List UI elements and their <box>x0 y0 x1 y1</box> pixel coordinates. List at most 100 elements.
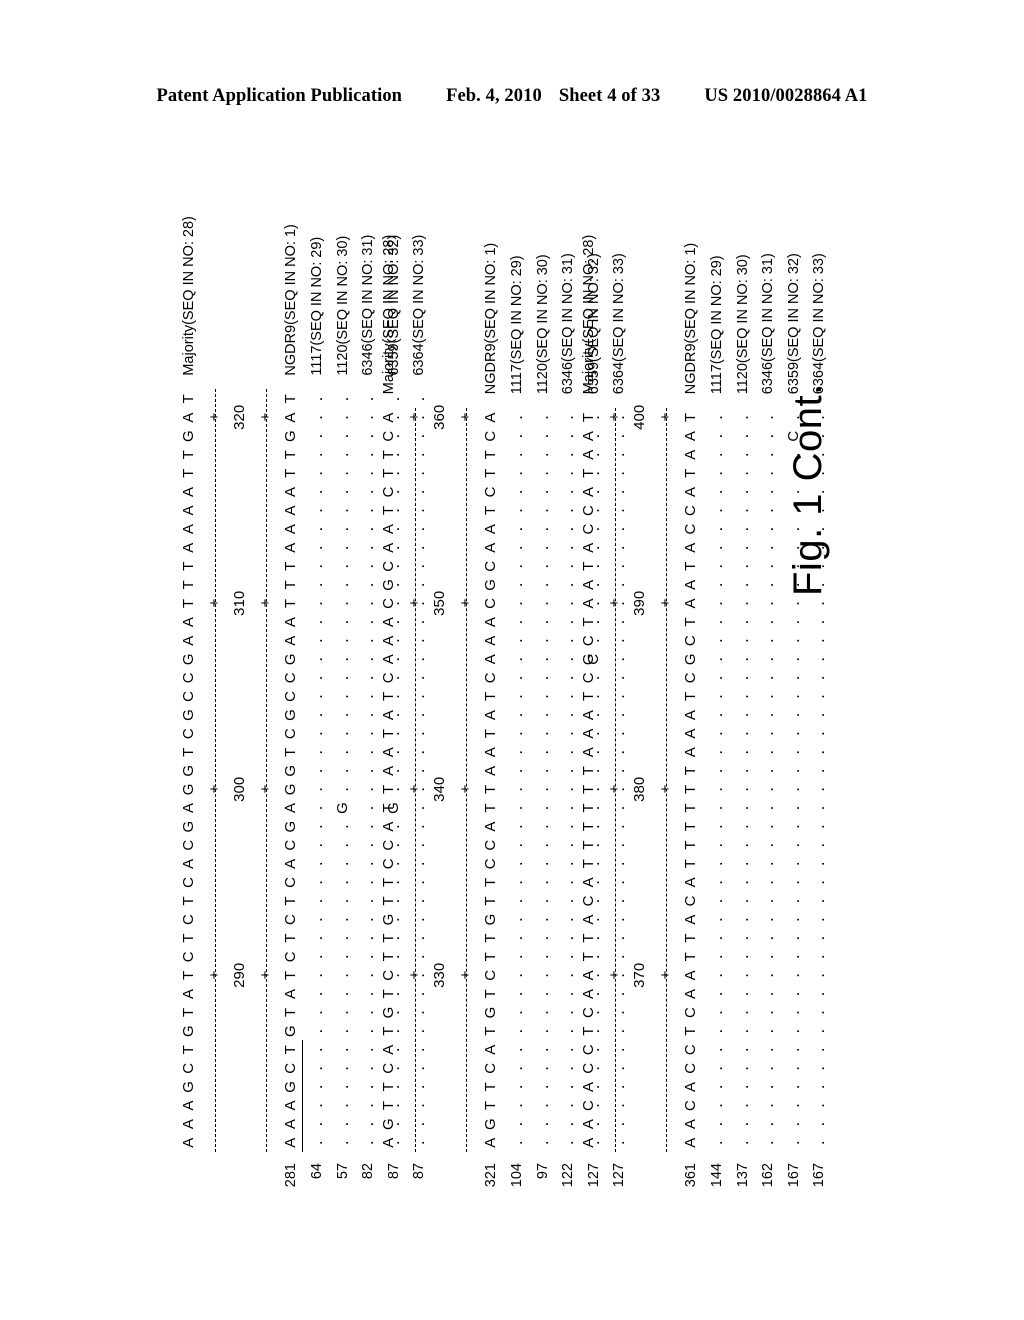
sequence-label: 1120(SEQ IN NO: 30) <box>334 235 351 376</box>
sequence-text: AGTTCATGTCTTGTTCCATTAATATCAAACGCAATCTTCA <box>380 412 397 1148</box>
ruler-tick-marker: + <box>256 412 274 422</box>
sequence-text: ........................................… <box>306 396 326 1146</box>
sheet-number: Sheet 4 of 33 <box>558 86 661 106</box>
row-start-number: 321 <box>483 1163 500 1188</box>
publication-title: Patent Application Publication <box>156 86 403 106</box>
ruler-tick-marker: + <box>256 970 274 980</box>
row-start-number: 97 <box>534 1163 551 1180</box>
row-start-number: 144 <box>708 1163 725 1188</box>
ruler-tick-marker: + <box>605 598 623 608</box>
sequence-text: ........................................ <box>706 415 726 1146</box>
sequence-label: Majority(SEQ IN NO: 28) <box>581 234 597 395</box>
ruler-dashed-line <box>214 389 216 1152</box>
sequence-label: Majority(SEQ IN NO: 28) <box>381 234 397 395</box>
alignment-row: 162.....................................… <box>757 186 783 1196</box>
ruler-position-label: 350 <box>431 590 449 616</box>
row-start-number: 167 <box>785 1163 802 1188</box>
sequence-label: 1117(SEQ IN NO: 29) <box>308 236 325 376</box>
row-start-number: 57 <box>334 1163 351 1180</box>
alignment-row: 281 A A A G C T G T A T C T C T C A C G A G G T C G C C G A A T T T A A A A T… <box>280 186 306 1196</box>
sequence-text: ........................................ <box>558 415 578 1146</box>
row-start-number: 64 <box>308 1163 325 1180</box>
sequence-text: ......................................C. <box>783 415 803 1146</box>
ruler-line: + + + + <box>655 186 681 1196</box>
sequence-label: 1117(SEQ IN NO: 29) <box>508 255 525 395</box>
ruler-tick-marker: + <box>605 412 623 422</box>
sequence-text: AACACCTCAATTACATTTTTTAAATCGCTAATACCATAAT <box>580 412 597 1148</box>
ruler-position-label: 300 <box>231 776 249 802</box>
sequence-label: 6359(SEQ IN NO: 32) <box>785 253 802 395</box>
sequence-text: ........................................… <box>358 396 378 1146</box>
ruler-number-track: 370 380 390 400 <box>629 404 651 1152</box>
ruler-tick-marker: + <box>205 412 223 422</box>
ruler-dashed-line <box>614 408 616 1152</box>
alignment-row: 97......................................… <box>532 186 558 1196</box>
ruler-dashed-line <box>465 408 467 1152</box>
ruler-position-label: 290 <box>231 962 249 988</box>
ruler-tick-marker: + <box>456 598 474 608</box>
majority-row: AGTTCATGTCTTGTTCCATTAATATCAAACGCAATCTTCA… <box>378 186 404 1196</box>
sequence-text: ........................................ <box>506 415 526 1146</box>
ruler-line: + + + + <box>204 186 230 1196</box>
patent-number: US 2010/0028864 A1 <box>704 86 868 106</box>
row-start-number: 162 <box>760 1163 777 1188</box>
ruler-track: + + + + <box>604 408 626 1152</box>
ruler-position-label: 310 <box>231 590 249 616</box>
sequence-text: AAAGCTGTATCTCTCACGAGGTCGCCGAATTTAAAATTGA… <box>180 394 197 1148</box>
ruler-tick-marker: + <box>456 784 474 794</box>
alignment-row: 361 A A C A C C T C A A T T A C A T T T T T T A A A T C G C T A A T A C C A T… <box>680 186 706 1196</box>
ruler-position-label: 390 <box>631 590 649 616</box>
ruler-tick-marker: + <box>405 970 423 980</box>
alignment-row: 64......................................… <box>306 186 332 1196</box>
ruler-line: + + + + <box>255 186 281 1196</box>
sequence-label: NGDR9(SEQ IN NO: 1) <box>283 224 300 376</box>
alignment-row: 144.....................................… <box>706 186 732 1196</box>
ruler-tick-marker: + <box>456 970 474 980</box>
sequence-text: AACACCTCAATTACATTTTTTAAATCGCTAATACCATAAT <box>682 412 700 1148</box>
ruler-tick-marker: + <box>656 970 674 980</box>
ruler-line: + + + + <box>604 186 630 1196</box>
sequence-text: ........................................ <box>532 415 552 1146</box>
majority-row: AAAGCTGTATCTCTCACGAGGTCGCCGAATTTAAAATTGA… <box>178 186 204 1196</box>
row-start-number: 281 <box>283 1163 300 1188</box>
row-start-number: 361 <box>683 1163 700 1188</box>
alignment-row: 137.....................................… <box>732 186 758 1196</box>
ruler-dashed-line <box>265 389 267 1152</box>
sequence-label: 6364(SEQ IN NO: 33) <box>811 253 828 395</box>
sequence-label: 1117(SEQ IN NO: 29) <box>708 255 725 395</box>
ruler-position-label: 330 <box>431 962 449 988</box>
page-header: Patent Application Publication Feb. 4, 2… <box>0 86 1024 107</box>
alignment-block: AACACCTCAATTACATTTTTTAAATCGCTAATACCATAAT… <box>578 186 834 1196</box>
ruler-tick-marker: + <box>605 970 623 980</box>
sequence-label: 1120(SEQ IN NO: 30) <box>534 254 551 395</box>
alignment-row: 167.....................................… <box>808 186 834 1196</box>
ruler-track: + + + + <box>204 389 226 1152</box>
row-start-number: 104 <box>508 1163 525 1188</box>
sequence-label: 6346(SEQ IN NO: 31) <box>760 253 777 395</box>
alignment-row: 167.....................................… <box>783 186 809 1196</box>
sequence-text: ........................................ <box>732 415 752 1146</box>
ruler-track: + + + + <box>455 408 477 1152</box>
sequence-label: NGDR9(SEQ IN NO: 1) <box>483 242 500 395</box>
majority-row: AACACCTCAATTACATTTTTTAAATCGCTAATACCATAAT… <box>578 186 604 1196</box>
ruler-track: + + + + <box>655 408 677 1152</box>
sequence-label: 6346(SEQ IN NO: 31) <box>360 234 377 376</box>
row-start-number: 122 <box>560 1163 577 1188</box>
ruler-dashed-line <box>414 408 416 1152</box>
ruler-tick-marker: + <box>605 784 623 794</box>
ruler-tick-marker: + <box>656 784 674 794</box>
sequence-text: ........................................ <box>809 415 829 1146</box>
ruler-numbers: 290 300 310 320 <box>229 186 255 1196</box>
row-start-number: 82 <box>360 1163 377 1180</box>
ruler-tick-marker: + <box>405 598 423 608</box>
alignment-row: 57 .................. G...................… <box>332 186 358 1196</box>
ruler-position-label: 360 <box>431 404 449 430</box>
ruler-position-label: 400 <box>631 404 649 430</box>
ruler-line: + + + + <box>404 186 430 1196</box>
sequence-label: NGDR9(SEQ IN NO: 1) <box>683 242 700 395</box>
ruler-line: + + + + <box>455 186 481 1196</box>
ruler-dashed-line <box>665 408 667 1152</box>
sequence-label: Majority(SEQ IN NO: 28) <box>181 216 197 376</box>
ruler-numbers: 330 340 350 360 <box>429 186 455 1196</box>
ruler-track: + + + + <box>404 408 426 1152</box>
